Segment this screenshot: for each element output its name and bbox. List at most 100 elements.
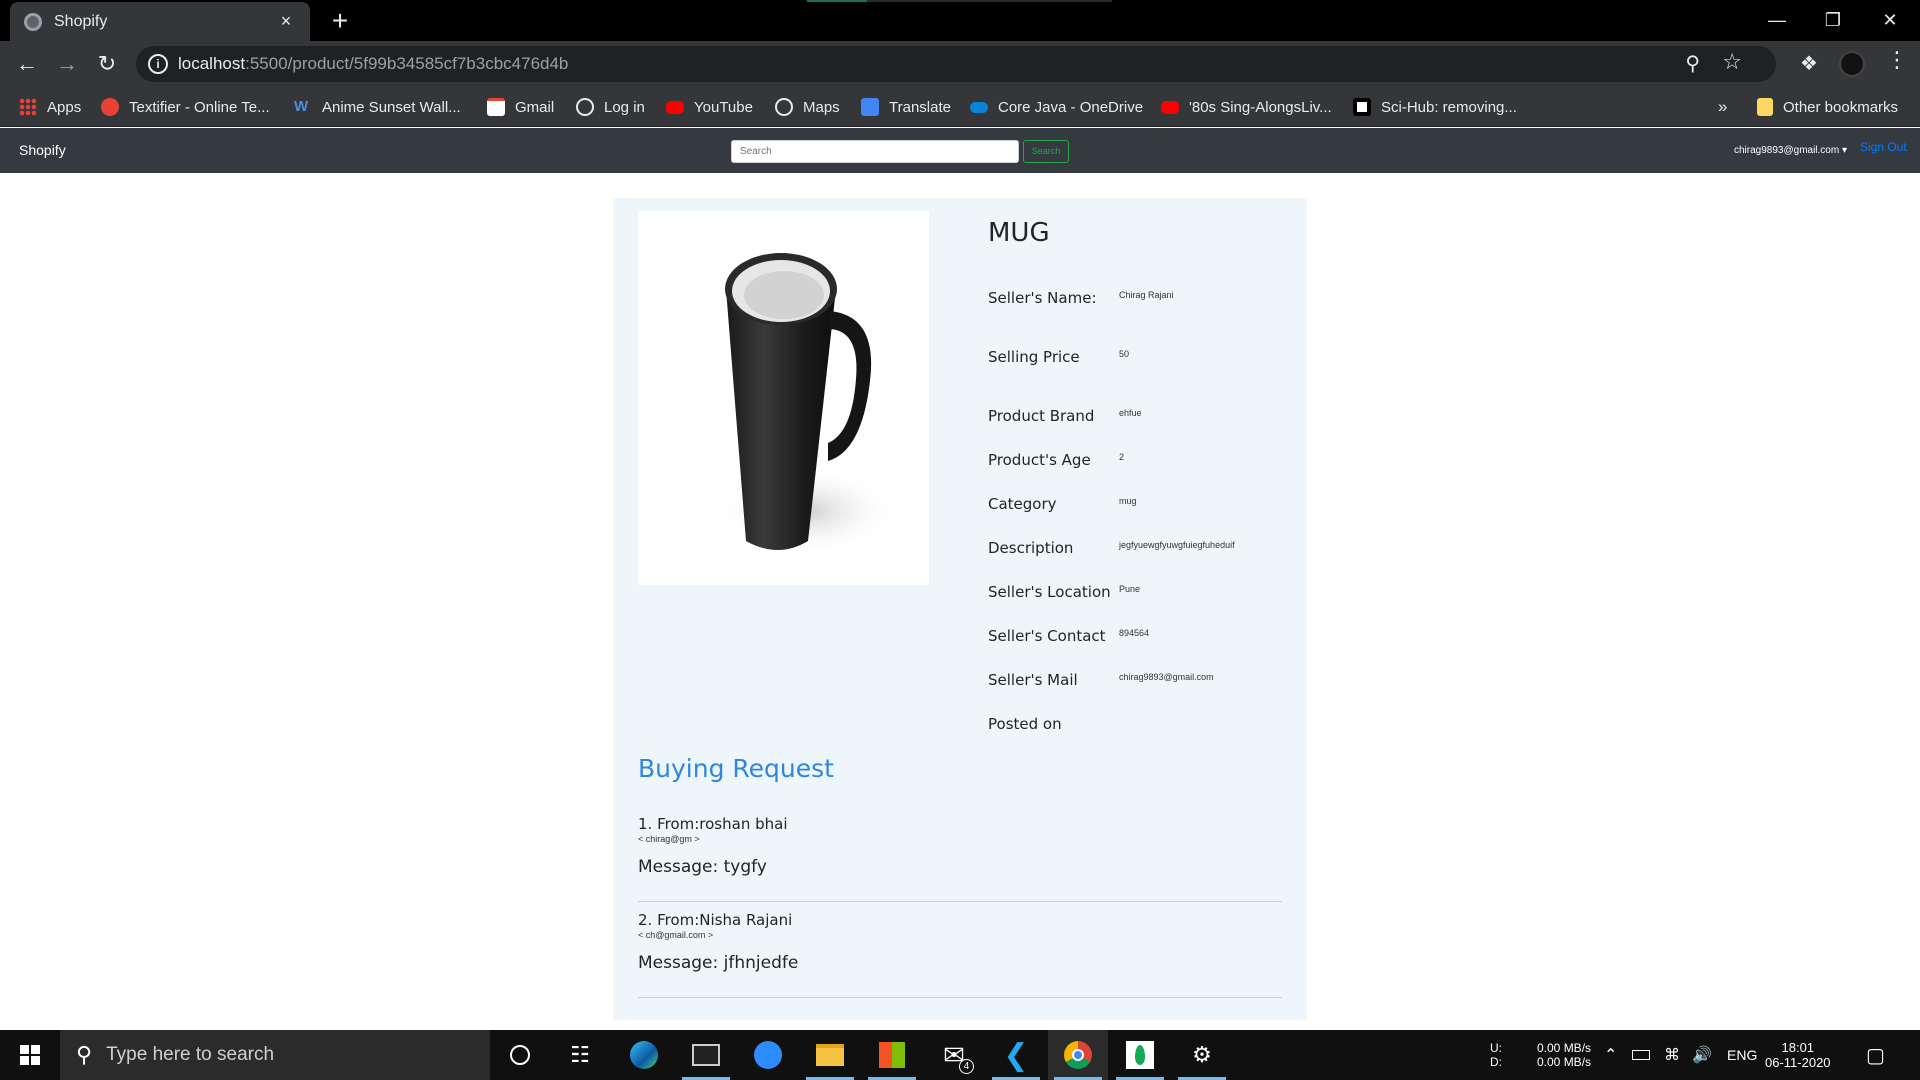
globe-icon xyxy=(576,98,594,116)
site-info-icon[interactable]: i xyxy=(148,54,168,74)
bookmark-login[interactable]: Log in xyxy=(576,95,645,119)
seller-contact-label: Seller's Contact xyxy=(988,627,1106,645)
bookmark-youtube[interactable]: YouTube xyxy=(666,95,753,119)
network-speed-values: 0.00 MB/s 0.00 MB/s xyxy=(1537,1041,1592,1069)
back-arrow-icon[interactable]: ← xyxy=(11,48,43,80)
product-brand-value: ehfue xyxy=(1119,408,1142,418)
seller-mail-label: Seller's Mail xyxy=(988,671,1078,689)
request-mail: < chirag@gm > xyxy=(638,834,700,844)
browser-toolbar: ← → ↻ i localhost:5500/product/5f99b3458… xyxy=(0,41,1920,87)
battery-icon[interactable] xyxy=(1632,1030,1650,1080)
network-speed-labels: U: D: xyxy=(1490,1041,1502,1069)
apps-grid-icon xyxy=(19,98,37,116)
textifier-icon xyxy=(101,98,119,116)
show-hidden-icons-chevron-icon[interactable]: ⌃ xyxy=(1604,1030,1617,1080)
wallpaper-w-icon: W xyxy=(294,98,309,115)
cortana-icon[interactable] xyxy=(490,1030,550,1080)
product-image xyxy=(638,211,929,585)
terminal-icon[interactable] xyxy=(676,1030,736,1080)
vscode-icon[interactable]: ❮ xyxy=(986,1030,1046,1080)
search-icon: ⚲ xyxy=(76,1042,93,1067)
request-message: Message: jfhnjedfe xyxy=(638,953,799,973)
edge-browser-icon[interactable] xyxy=(614,1030,674,1080)
description-label: Description xyxy=(988,539,1074,557)
bookmark-80s-sing-alongs[interactable]: '80s Sing-AlongsLiv... xyxy=(1161,95,1332,119)
brand-link[interactable]: Shopify xyxy=(19,142,66,158)
address-bar[interactable]: i localhost:5500/product/5f99b34585cf7b3… xyxy=(136,46,1776,82)
windows-taskbar: ⚲ Type here to search ☷ ✉ 4 ❮ ⚙ U: D: 0.… xyxy=(0,1030,1920,1080)
notifications-icon[interactable]: ▢ xyxy=(1866,1030,1885,1080)
bookmark-onedrive[interactable]: Core Java - OneDrive xyxy=(970,95,1143,119)
request-mail: < ch@gmail.com > xyxy=(638,930,714,940)
product-brand-label: Product Brand xyxy=(988,407,1095,425)
search-button[interactable]: Search xyxy=(1023,140,1069,163)
new-tab-button[interactable]: + xyxy=(325,6,355,36)
clock[interactable]: 18:01 06-11-2020 xyxy=(1765,1030,1831,1080)
forward-arrow-icon[interactable]: → xyxy=(51,48,83,80)
selling-price-label: Selling Price xyxy=(988,348,1080,366)
bookmark-anime-sunset[interactable]: W Anime Sunset Wall... xyxy=(294,95,461,119)
sign-out-link[interactable]: Sign Out xyxy=(1860,140,1907,154)
tab-close-icon[interactable]: × xyxy=(276,11,296,32)
browser-tab[interactable]: Shopify × xyxy=(10,2,310,41)
minimize-button[interactable]: — xyxy=(1749,0,1805,41)
restore-button[interactable]: ❐ xyxy=(1805,0,1861,41)
zoom-icon[interactable]: ⚲ xyxy=(1685,51,1700,76)
onedrive-icon xyxy=(970,101,988,113)
zoom-app-icon[interactable] xyxy=(738,1030,798,1080)
bookmark-textifier[interactable]: Textifier - Online Te... xyxy=(101,95,270,119)
category-label: Category xyxy=(988,495,1057,513)
bookmark-apps[interactable]: Apps xyxy=(19,95,81,119)
translate-icon xyxy=(861,98,879,116)
globe-icon xyxy=(775,98,793,116)
profile-avatar[interactable] xyxy=(1839,51,1865,77)
language-indicator[interactable]: ENG xyxy=(1727,1030,1757,1080)
start-button[interactable] xyxy=(0,1030,60,1080)
volume-icon[interactable]: 🔊 xyxy=(1692,1030,1712,1080)
seller-contact-value: 894564 xyxy=(1119,628,1150,638)
bookmark-star-icon[interactable]: ☆ xyxy=(1722,49,1742,75)
browser-menu-icon[interactable]: ⋮ xyxy=(1886,47,1908,73)
taskbar-search-box[interactable]: ⚲ Type here to search xyxy=(60,1030,490,1080)
seller-location-value: Pune xyxy=(1119,584,1141,594)
wifi-icon[interactable]: ⌘ xyxy=(1664,1030,1680,1080)
mail-badge: 4 xyxy=(959,1059,974,1074)
bookmark-scihub[interactable]: Sci-Hub: removing... xyxy=(1353,95,1517,119)
close-window-button[interactable]: ✕ xyxy=(1862,0,1918,41)
app-navbar: Shopify Search chirag9893@gmail.com ▾ Si… xyxy=(0,128,1920,173)
extensions-puzzle-icon[interactable]: ❖ xyxy=(1800,51,1818,76)
mongodb-icon[interactable] xyxy=(1110,1030,1170,1080)
youtube-icon xyxy=(666,100,684,114)
scihub-icon xyxy=(1353,98,1371,116)
category-value: mug xyxy=(1119,496,1137,506)
request-divider xyxy=(638,901,1282,902)
microsoft-store-icon[interactable] xyxy=(862,1030,922,1080)
bookmark-translate[interactable]: Translate xyxy=(861,95,951,119)
gmail-icon xyxy=(487,98,505,116)
chrome-icon[interactable] xyxy=(1048,1030,1108,1080)
seller-name-value: Chirag Rajani xyxy=(1119,290,1174,300)
user-account-dropdown[interactable]: chirag9893@gmail.com ▾ xyxy=(1734,145,1847,156)
bookmark-maps[interactable]: Maps xyxy=(775,95,840,119)
tabstrip-accent xyxy=(807,0,1112,2)
settings-gear-icon[interactable]: ⚙ xyxy=(1172,1030,1232,1080)
search-input[interactable] xyxy=(731,140,1019,163)
reload-icon[interactable]: ↻ xyxy=(91,48,123,80)
seller-location-label: Seller's Location xyxy=(988,583,1111,601)
file-explorer-icon[interactable] xyxy=(800,1030,860,1080)
product-age-value: 2 xyxy=(1119,452,1125,462)
tab-title: Shopify xyxy=(54,12,108,30)
bookmark-gmail[interactable]: Gmail xyxy=(487,95,554,119)
bookmarks-overflow-button[interactable]: » xyxy=(1718,95,1727,119)
youtube-icon xyxy=(1161,100,1179,114)
product-card: MUG Seller's Name: Chirag Rajani Selling… xyxy=(613,198,1307,1020)
request-from: 1. From:roshan bhai xyxy=(638,815,788,833)
mail-icon[interactable]: ✉ 4 xyxy=(924,1030,984,1080)
task-view-icon[interactable]: ☷ xyxy=(550,1030,610,1080)
other-bookmarks[interactable]: Other bookmarks xyxy=(1757,95,1898,119)
buying-request-heading: Buying Request xyxy=(638,754,834,783)
globe-icon xyxy=(24,12,42,31)
browser-tab-strip: Shopify × + — ❐ ✕ xyxy=(0,0,1920,41)
description-value: jegfyuewgfyuwgfuiegfuheduif xyxy=(1119,540,1235,550)
url-text[interactable]: localhost:5500/product/5f99b34585cf7b3cb… xyxy=(178,54,568,74)
